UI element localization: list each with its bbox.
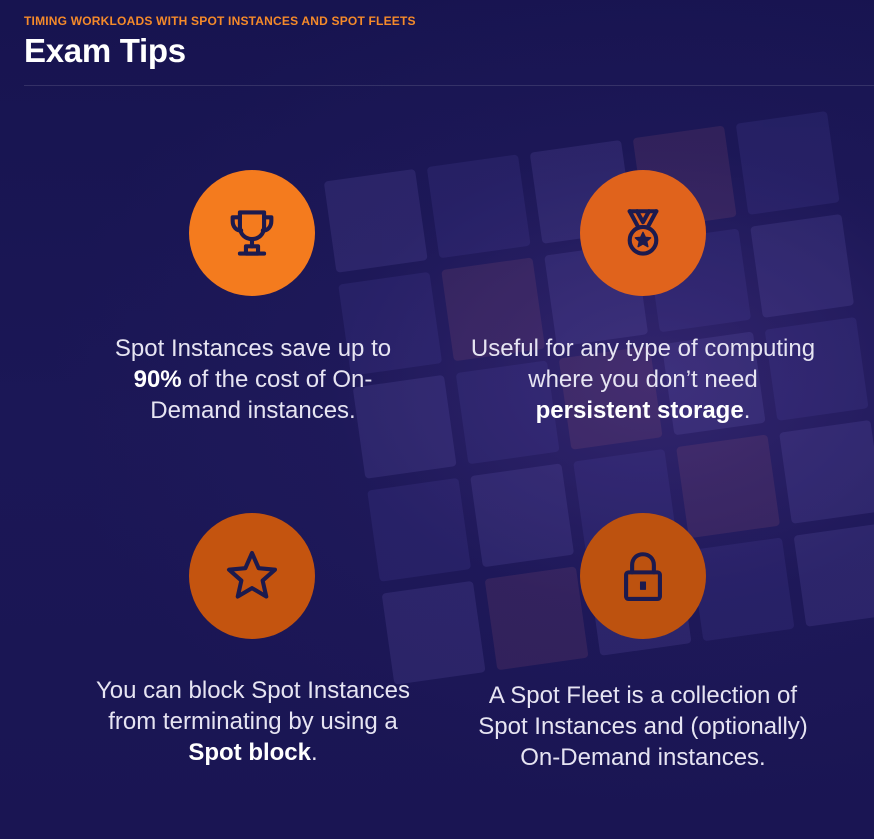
medal-badge <box>580 170 706 296</box>
slide-header: TIMING WORKLOADS WITH SPOT INSTANCES AND… <box>24 14 874 70</box>
star-badge <box>189 513 315 639</box>
section-eyebrow: TIMING WORKLOADS WITH SPOT INSTANCES AND… <box>24 14 416 28</box>
header-divider <box>24 85 874 86</box>
tip-spot-fleet-text: A Spot Fleet is a collection of Spot Ins… <box>478 682 808 771</box>
trophy-badge <box>189 170 315 296</box>
medal-icon <box>627 209 659 256</box>
tip-spot-block-text: You can block Spot Instances from termin… <box>96 677 410 766</box>
trophy-icon <box>230 210 274 256</box>
tip-savings-text: Spot Instances save up to 90% of the cos… <box>114 335 392 424</box>
tip-use-case-text: Useful for any type of computing where y… <box>470 335 816 424</box>
lock-badge <box>580 513 706 639</box>
lock-icon <box>624 552 662 602</box>
star-icon <box>226 550 278 599</box>
page-title: Exam Tips <box>24 32 186 69</box>
